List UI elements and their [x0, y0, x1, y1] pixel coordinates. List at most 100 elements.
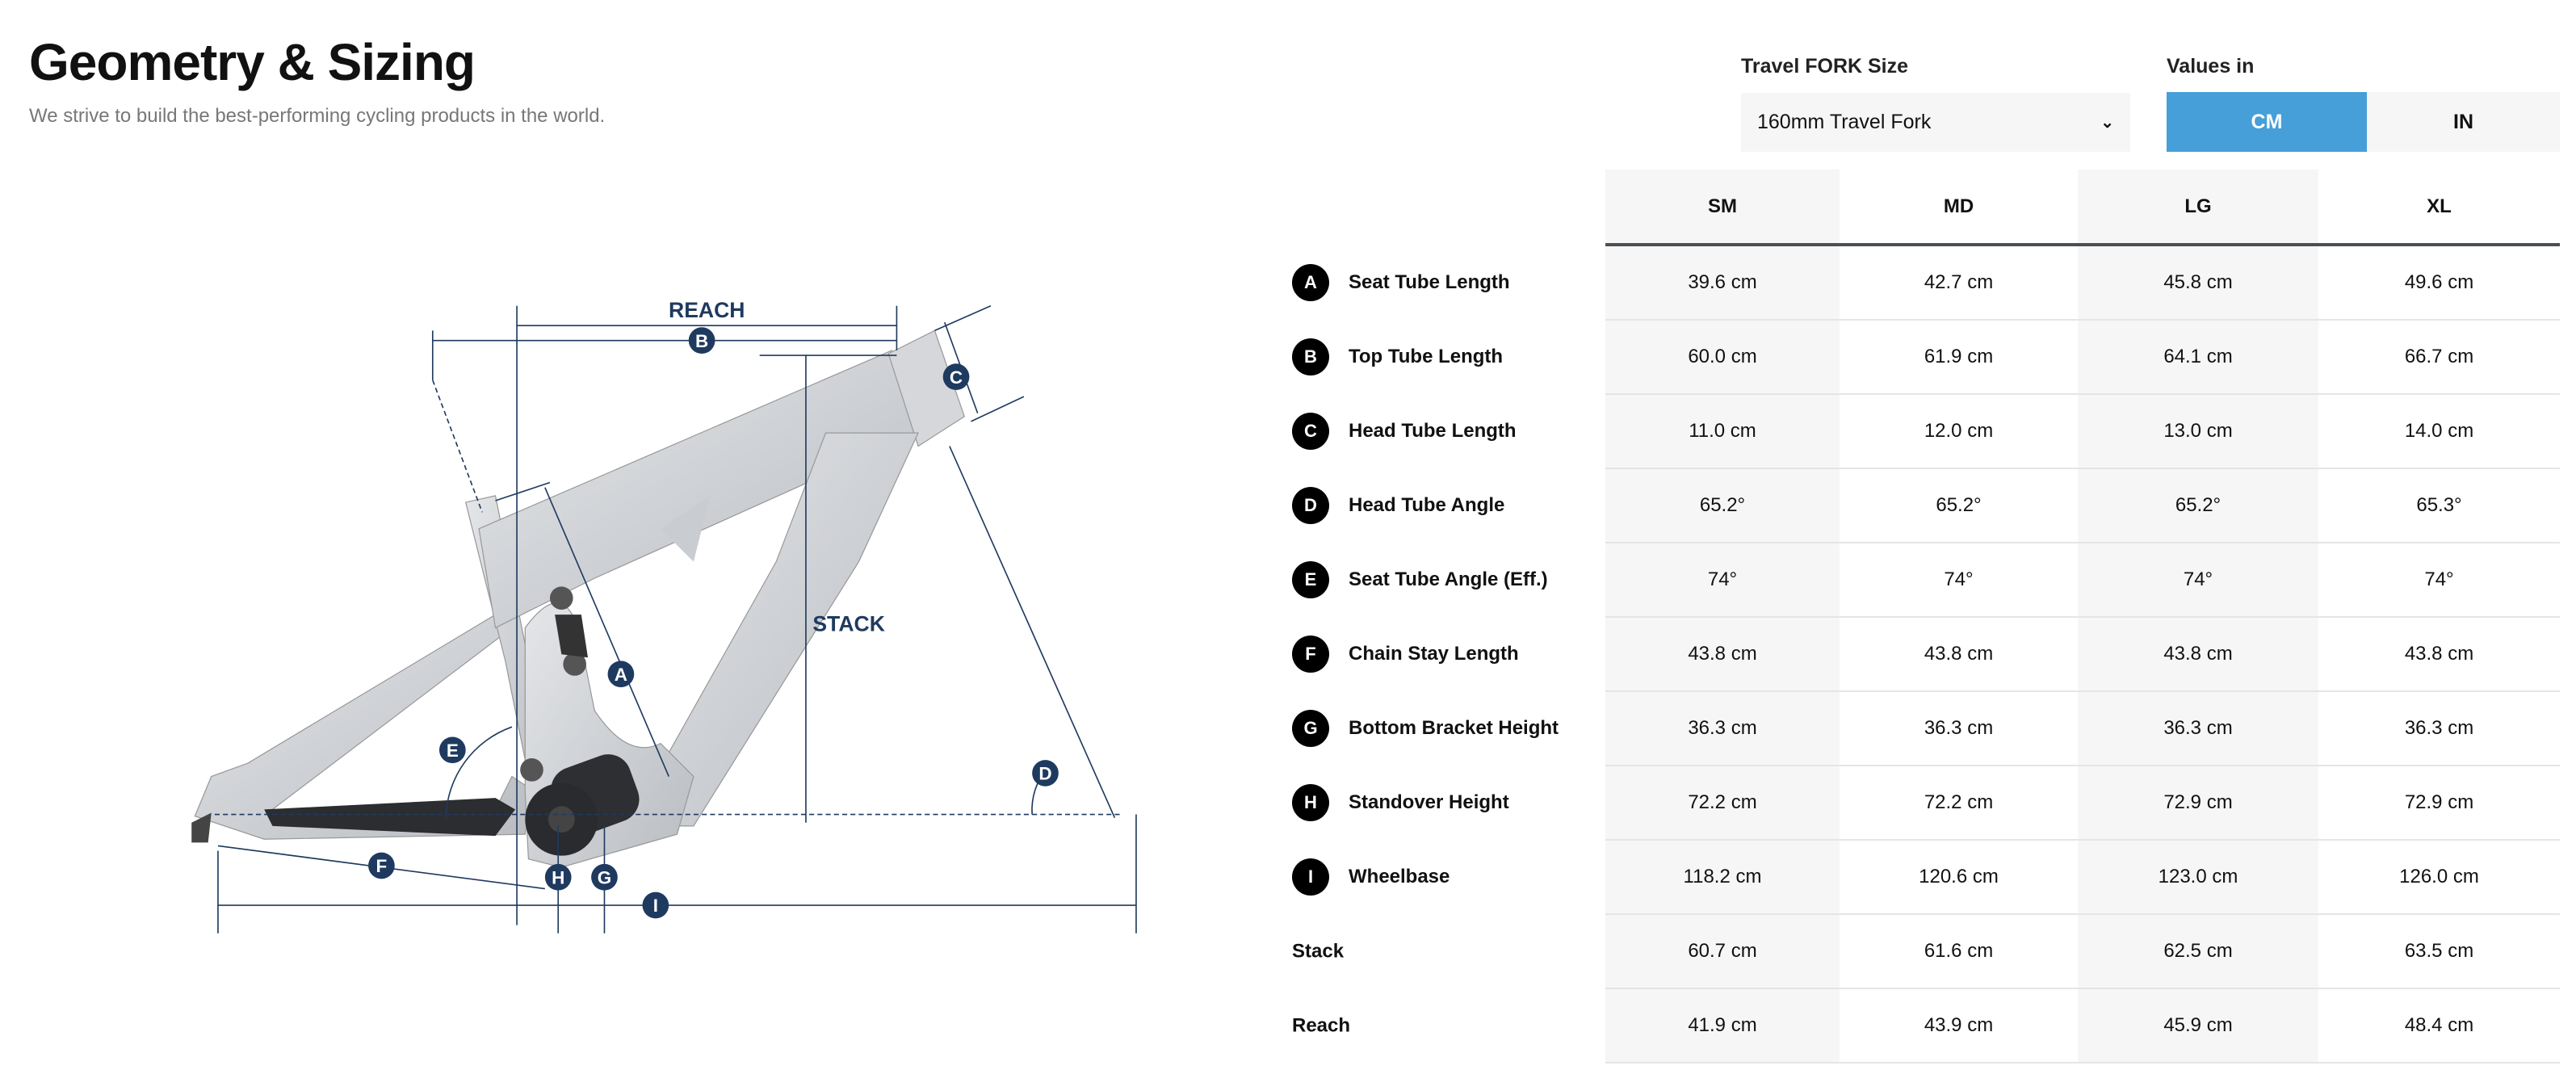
value-cell-xl: 48.4 cm [2318, 988, 2560, 1064]
value-cell-sm: 39.6 cm [1605, 245, 1840, 321]
unit-cm-button[interactable]: CM [2167, 92, 2367, 152]
value-cell-lg: 64.1 cm [2078, 320, 2318, 395]
row-label: Top Tube Length [1349, 346, 1504, 367]
value-cell-md: 74° [1840, 543, 2078, 618]
size-header-md: MD [1840, 170, 2078, 246]
row-label: Chain Stay Length [1349, 643, 1519, 665]
row-label-cell: I Wheelbase [1292, 840, 1605, 914]
value-cell-lg: 74° [2078, 543, 2318, 618]
svg-text:G: G [598, 867, 612, 887]
stack-label: STACK [812, 612, 885, 636]
value-cell-lg: 72.9 cm [2078, 766, 2318, 841]
reach-label: REACH [669, 298, 745, 322]
row-label-cell: F Chain Stay Length [1292, 617, 1605, 691]
row-label-cell: Stack [1292, 914, 1605, 988]
value-cell-md: 42.7 cm [1840, 245, 2078, 321]
value-cell-xl: 74° [2318, 543, 2560, 618]
fork-size-value: 160mm Travel Fork [1757, 111, 1932, 133]
marker-badge: E [1292, 561, 1329, 598]
row-label: Seat Tube Length [1349, 271, 1510, 293]
value-cell-md: 61.6 cm [1840, 914, 2078, 989]
chevron-down-icon: ⌄ [2100, 114, 2114, 132]
svg-text:H: H [552, 867, 564, 887]
row-label: Stack [1292, 940, 1345, 963]
value-cell-xl: 66.7 cm [2318, 320, 2560, 395]
diagram-marker-e: E [438, 736, 466, 764]
value-cell-md: 36.3 cm [1840, 691, 2078, 766]
table-row: I Wheelbase 118.2 cm 120.6 cm 123.0 cm 126.0 … [1292, 840, 2560, 915]
dimension-lines [214, 304, 1137, 933]
value-cell-xl: 126.0 cm [2318, 840, 2560, 915]
row-label-cell: G Bottom Bracket Height [1292, 691, 1605, 766]
value-cell-md: 43.8 cm [1840, 617, 2078, 692]
value-cell-sm: 60.0 cm [1605, 320, 1840, 395]
table-row: F Chain Stay Length 43.8 cm 43.8 cm 43.8 cm 4… [1292, 617, 2560, 692]
row-label-cell: C Head Tube Length [1292, 394, 1605, 468]
value-cell-sm: 36.3 cm [1605, 691, 1840, 766]
diagram-marker-a: A [607, 661, 635, 688]
table-row: D Head Tube Angle 65.2° 65.2° 65.2° 65.3° [1292, 468, 2560, 543]
table-row: H Standover Height 72.2 cm 72.2 cm 72.9 cm 72… [1292, 766, 2560, 841]
row-label: Seat Tube Angle (Eff.) [1349, 568, 1548, 590]
unit-in-button[interactable]: IN [2367, 92, 2560, 152]
value-cell-md: 120.6 cm [1840, 840, 2078, 915]
value-cell-sm: 65.2° [1605, 468, 1840, 543]
units-label: Values in [2167, 55, 2255, 78]
value-cell-lg: 13.0 cm [2078, 394, 2318, 469]
value-cell-lg: 65.2° [2078, 468, 2318, 543]
value-cell-lg: 43.8 cm [2078, 617, 2318, 692]
value-cell-sm: 43.8 cm [1605, 617, 1840, 692]
value-cell-lg: 45.8 cm [2078, 245, 2318, 321]
value-cell-xl: 49.6 cm [2318, 245, 2560, 321]
value-cell-xl: 63.5 cm [2318, 914, 2560, 989]
table-row: E Seat Tube Angle (Eff.) 74° 74° 74° 74° [1292, 543, 2560, 618]
value-cell-md: 65.2° [1840, 468, 2078, 543]
marker-badge: A [1292, 263, 1329, 301]
value-cell-md: 43.9 cm [1840, 988, 2078, 1064]
diagram-marker-c: C [942, 363, 970, 390]
table-row: B Top Tube Length 60.0 cm 61.9 cm 64.1 cm 66.… [1292, 320, 2560, 395]
row-label-cell: B Top Tube Length [1292, 320, 1605, 394]
size-header-xl: XL [2318, 170, 2560, 246]
row-label: Head Tube Angle [1349, 494, 1505, 516]
header-blank [1292, 170, 1605, 245]
svg-text:B: B [695, 331, 708, 351]
value-cell-lg: 62.5 cm [2078, 914, 2318, 989]
marker-badge: D [1292, 487, 1329, 524]
svg-text:A: A [615, 665, 627, 685]
row-label-cell: D Head Tube Angle [1292, 468, 1605, 543]
value-cell-sm: 118.2 cm [1605, 840, 1840, 915]
table-row: C Head Tube Length 11.0 cm 12.0 cm 13.0 cm 14… [1292, 394, 2560, 469]
row-label-cell: E Seat Tube Angle (Eff.) [1292, 543, 1605, 617]
value-cell-lg: 36.3 cm [2078, 691, 2318, 766]
size-header-sm: SM [1605, 170, 1840, 246]
diagram-marker-b: B [688, 327, 715, 355]
table-row: G Bottom Bracket Height 36.3 cm 36.3 cm 36.3… [1292, 691, 2560, 766]
value-cell-xl: 72.9 cm [2318, 766, 2560, 841]
diagram-marker-d: D [1032, 760, 1059, 787]
table-row: Reach 41.9 cm 43.9 cm 45.9 cm 48.4 cm [1292, 988, 2560, 1064]
row-label: Bottom Bracket Height [1349, 717, 1559, 739]
value-cell-md: 61.9 cm [1840, 320, 2078, 395]
size-header-lg: LG [2078, 170, 2318, 246]
bike-frame [191, 329, 966, 868]
svg-text:C: C [950, 367, 963, 388]
geometry-table: SM MD LG XL A Seat Tube Length 39.6 cm 42.7… [1292, 170, 2560, 1064]
value-cell-xl: 65.3° [2318, 468, 2560, 543]
diagram-marker-i: I [642, 892, 669, 919]
value-cell-sm: 74° [1605, 543, 1840, 618]
svg-text:F: F [376, 856, 388, 876]
table-row: Stack 60.7 cm 61.6 cm 62.5 cm 63.5 cm [1292, 914, 2560, 989]
row-label-cell: Reach [1292, 988, 1605, 1063]
value-cell-lg: 45.9 cm [2078, 988, 2318, 1064]
fork-size-select[interactable]: 160mm Travel Fork ⌄ [1741, 93, 2130, 152]
value-cell-xl: 14.0 cm [2318, 394, 2560, 469]
svg-text:E: E [447, 740, 459, 761]
value-cell-md: 72.2 cm [1840, 766, 2078, 841]
diagram-marker-g: G [591, 863, 618, 891]
value-cell-md: 12.0 cm [1840, 394, 2078, 469]
fork-size-label: Travel FORK Size [1741, 55, 1909, 78]
marker-badge: G [1292, 710, 1329, 747]
bike-geometry-diagram: REACH STACK A B C D E F G H I [191, 298, 1137, 933]
table-row: A Seat Tube Length 39.6 cm 42.7 cm 45.8 cm 49… [1292, 245, 2560, 321]
